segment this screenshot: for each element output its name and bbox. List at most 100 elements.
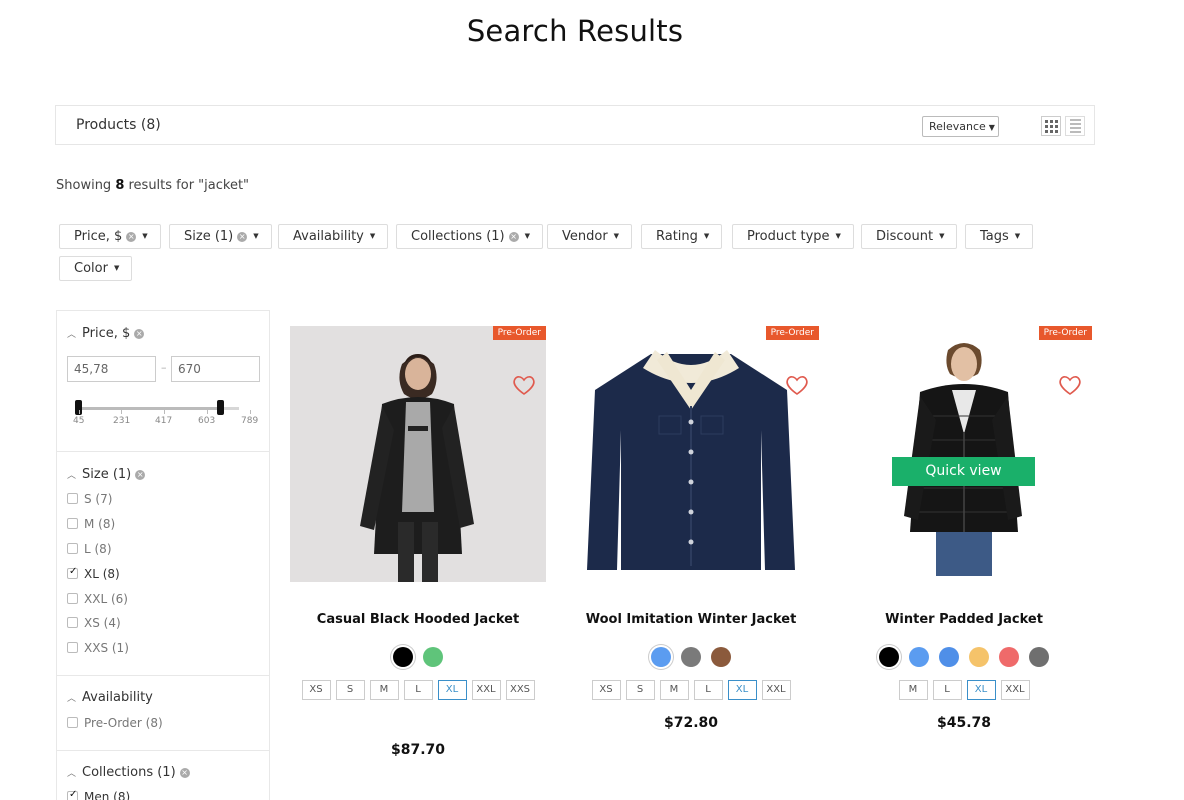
size-option-selected[interactable]: XL <box>437 680 467 700</box>
product-card[interactable]: Pre-Order Casual Black Hooded Jacket XS … <box>290 310 548 780</box>
size-option[interactable]: M <box>659 680 689 700</box>
heart-icon[interactable] <box>785 374 809 396</box>
color-swatch-yellow[interactable] <box>969 647 989 667</box>
color-swatch-blue[interactable] <box>651 647 671 667</box>
product-card[interactable]: Pre-Order Quick view Winter Padded Jacke… <box>836 310 1094 780</box>
collection-option-men[interactable]: Men (8) <box>67 789 130 800</box>
filter-chip-collections[interactable]: Collections (1) × ▼ <box>396 224 544 249</box>
filter-chip-discount[interactable]: Discount ▼ <box>861 224 958 249</box>
chevron-down-icon: ▼ <box>1014 232 1021 240</box>
size-option-xs[interactable]: XS (4) <box>67 616 121 630</box>
price-slider-range <box>79 407 221 410</box>
list-view-button[interactable] <box>1065 116 1085 136</box>
filter-chip-availability[interactable]: Availability ▼ <box>278 224 389 249</box>
checkbox-checked[interactable] <box>67 566 78 579</box>
color-swatch-red[interactable] <box>999 647 1019 667</box>
price-max-handle[interactable] <box>217 400 224 415</box>
grid-view-button[interactable] <box>1041 116 1061 136</box>
color-swatch-green[interactable] <box>423 647 443 667</box>
product-name[interactable]: Casual Black Hooded Jacket <box>290 612 546 627</box>
clear-icon[interactable]: × <box>135 469 146 480</box>
size-option-selected[interactable]: XL <box>966 680 996 700</box>
clear-icon[interactable]: × <box>134 328 145 339</box>
product-card[interactable]: Pre-Order Wool Imitation Winter Jacket X… <box>563 310 821 780</box>
availability-option-pre-order[interactable]: Pre-Order (8) <box>67 716 163 730</box>
checkbox[interactable] <box>67 617 78 628</box>
price-filter-title[interactable]: ︿ Price, $ × <box>67 326 145 341</box>
filter-chip-product-type[interactable]: Product type ▼ <box>732 224 854 249</box>
product-image[interactable]: Pre-Order Quick view <box>836 326 1092 582</box>
product-image[interactable]: Pre-Order <box>290 326 546 582</box>
clear-icon[interactable]: × <box>126 231 137 242</box>
pre-order-badge: Pre-Order <box>765 326 819 340</box>
availability-filter-title[interactable]: ︿ Availability <box>67 690 153 705</box>
filter-chip-size[interactable]: Size (1) × ▼ <box>169 224 272 249</box>
chevron-up-icon: ︿ <box>67 330 77 340</box>
filter-chip-color[interactable]: Color ▼ <box>59 256 133 281</box>
size-option[interactable]: L <box>403 680 433 700</box>
sort-label: Relevance <box>929 120 986 133</box>
size-option[interactable]: XXL <box>471 680 501 700</box>
quick-view-button[interactable]: Quick view <box>892 457 1035 486</box>
checkbox[interactable] <box>67 518 78 529</box>
size-option[interactable]: S <box>335 680 365 700</box>
color-swatch-blue[interactable] <box>939 647 959 667</box>
availability-filter: ︿ Availability Pre-Order (8) <box>57 676 269 751</box>
heart-icon[interactable] <box>512 374 536 396</box>
checkbox[interactable] <box>67 543 78 554</box>
checkbox-checked[interactable] <box>67 789 78 800</box>
product-image[interactable]: Pre-Order <box>563 326 819 582</box>
price-max-input[interactable]: 670 <box>171 356 260 382</box>
clear-icon[interactable]: × <box>179 767 190 778</box>
filter-chip-price[interactable]: Price, $ × ▼ <box>59 224 161 249</box>
size-option-m[interactable]: M (8) <box>67 517 115 531</box>
color-swatch-gray[interactable] <box>681 647 701 667</box>
size-option[interactable]: S <box>625 680 655 700</box>
chevron-down-icon: ▼ <box>703 232 710 240</box>
clear-icon[interactable]: × <box>508 231 519 242</box>
grid-icon <box>1044 119 1058 133</box>
size-option[interactable]: XS <box>301 680 331 700</box>
results-count: 8 <box>115 178 125 193</box>
size-option-selected[interactable]: XL <box>727 680 757 700</box>
size-option-xxs[interactable]: XXS (1) <box>67 641 129 655</box>
size-option[interactable]: L <box>693 680 723 700</box>
size-option-s[interactable]: S (7) <box>67 492 112 506</box>
sort-select[interactable]: Relevance ▼ <box>922 116 999 137</box>
chevron-down-icon: ▼ <box>369 232 376 240</box>
checkbox[interactable] <box>67 493 78 504</box>
size-option-xl[interactable]: XL (8) <box>67 566 120 581</box>
color-swatch-black[interactable] <box>879 647 899 667</box>
collections-filter-title[interactable]: ︿ Collections (1) × <box>67 765 190 780</box>
product-name[interactable]: Winter Padded Jacket <box>836 612 1092 627</box>
clear-icon[interactable]: × <box>237 231 248 242</box>
color-swatch-blue[interactable] <box>909 647 929 667</box>
filter-sidebar: ︿ Price, $ × 45,78 – 670 45 231 417 603 78… <box>56 310 270 800</box>
size-option-l[interactable]: L (8) <box>67 542 112 556</box>
size-option[interactable]: M <box>898 680 928 700</box>
size-filter-title[interactable]: ︿ Size (1) × <box>67 467 146 482</box>
checkbox[interactable] <box>67 717 78 728</box>
product-name[interactable]: Wool Imitation Winter Jacket <box>563 612 819 627</box>
price-min-input[interactable]: 45,78 <box>67 356 156 382</box>
chevron-down-icon: ▼ <box>524 232 531 240</box>
size-option[interactable]: M <box>369 680 399 700</box>
size-option-xxl[interactable]: XXL (6) <box>67 592 128 606</box>
chevron-down-icon: ▼ <box>113 264 120 272</box>
checkbox[interactable] <box>67 593 78 604</box>
checkbox[interactable] <box>67 642 78 653</box>
color-swatch-black[interactable] <box>393 647 413 667</box>
size-option[interactable]: XXS <box>505 680 535 700</box>
size-options: M L XL XXL <box>846 680 1082 700</box>
heart-icon[interactable] <box>1058 374 1082 396</box>
filter-chip-rating[interactable]: Rating ▼ <box>641 224 723 249</box>
size-option[interactable]: XS <box>591 680 621 700</box>
color-swatch-gray[interactable] <box>1029 647 1049 667</box>
color-swatch-brown[interactable] <box>711 647 731 667</box>
pre-order-badge: Pre-Order <box>1038 326 1092 340</box>
size-option[interactable]: XXL <box>761 680 791 700</box>
size-option[interactable]: XXL <box>1000 680 1030 700</box>
filter-chip-vendor[interactable]: Vendor ▼ <box>547 224 633 249</box>
size-option[interactable]: L <box>932 680 962 700</box>
filter-chip-tags[interactable]: Tags ▼ <box>965 224 1034 249</box>
